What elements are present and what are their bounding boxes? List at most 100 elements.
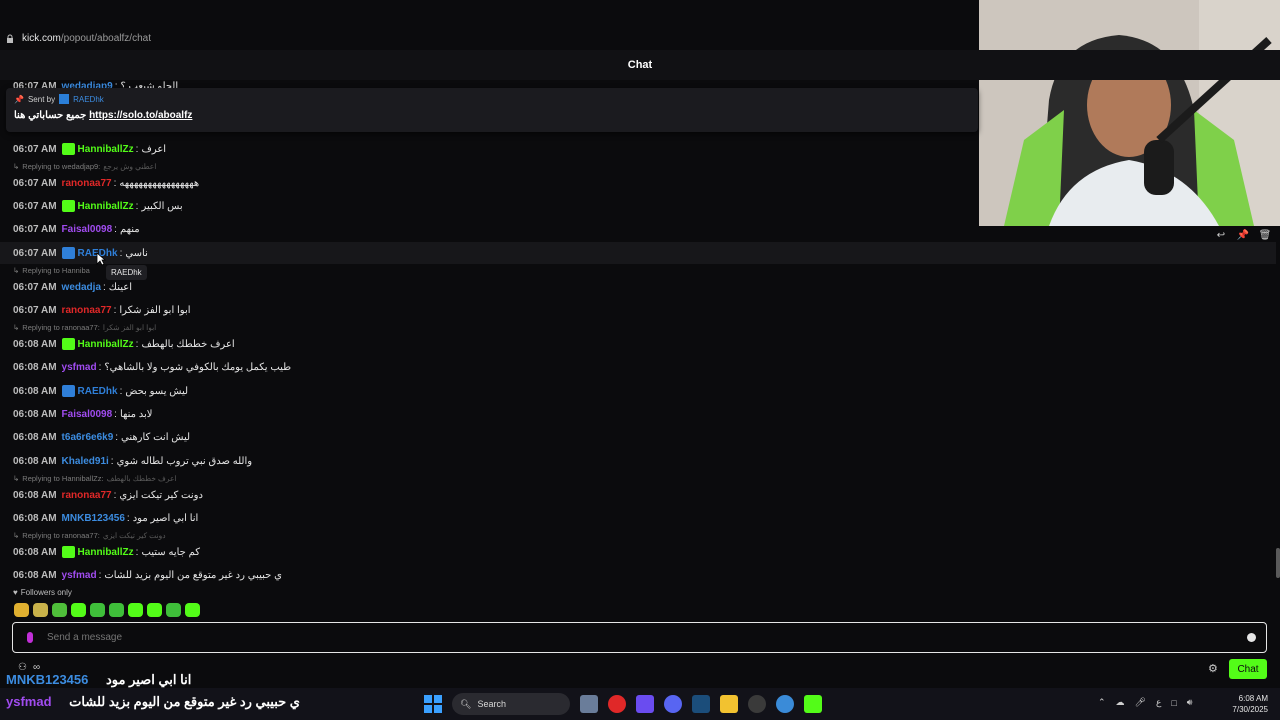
chat-username[interactable]: HanniballZz — [78, 201, 134, 212]
chat-username[interactable]: HanniballZz — [78, 144, 134, 155]
message-input[interactable] — [45, 631, 1247, 644]
pin-message-icon[interactable]: 📌 — [1236, 229, 1250, 243]
message-text: كم جايه ستيب — [141, 546, 201, 558]
message-text: دونت كير تيكت ايزي — [119, 489, 203, 501]
chat-username[interactable]: ranonaa77 — [62, 178, 112, 189]
chat-username[interactable]: Khaled91i — [62, 456, 109, 467]
user-badge-icon — [61, 200, 75, 212]
verified-badge-icon — [59, 94, 70, 104]
chevron-up-icon[interactable]: ⌃ — [1098, 697, 1106, 708]
taskbar-clock[interactable]: 6:08 AM 7/30/2025 — [1228, 693, 1268, 715]
chat-message: 06:07 AM Faisal0098: منهم — [13, 223, 140, 235]
emote-face-icon[interactable] — [71, 603, 86, 617]
followers-only-notice: ♥ Followers only — [13, 588, 72, 597]
language-indicator[interactable]: ع — [1156, 697, 1161, 708]
chat-message: 06:08 AM ysfmad: طيب يكمل يومك بالكوفي شوب… — [13, 361, 292, 373]
system-tray: ⌃ ☁ 🎤︎ ع □ 🔊︎ — [1098, 697, 1192, 708]
reply-context[interactable]: ↳ Replying to Hanniba — [13, 266, 93, 275]
reply-context[interactable]: ↳ Replying to ranonaa77: ابوا ابو الفز شكر… — [13, 323, 156, 332]
message-input-box[interactable] — [12, 622, 1267, 653]
chat-username[interactable]: MNKB123456 — [62, 513, 125, 524]
task-view-icon[interactable] — [580, 695, 598, 713]
settings-gear-icon[interactable]: ⚙ — [1208, 664, 1219, 675]
chat-username[interactable]: RAEDhk — [78, 386, 118, 397]
emote-face-icon[interactable] — [128, 603, 143, 617]
microphone-icon[interactable] — [27, 632, 33, 643]
reply-icon[interactable]: ↩ — [1214, 229, 1228, 243]
emote-row — [14, 603, 200, 617]
chat-username[interactable]: Faisal0098 — [62, 409, 113, 420]
pinned-sender[interactable]: RAEDhk — [73, 95, 104, 104]
chat-username[interactable]: HanniballZz — [78, 547, 134, 558]
message-time: 06:07 AM — [13, 247, 57, 259]
message-time: 06:08 AM — [13, 408, 57, 420]
message-time: 06:08 AM — [13, 546, 57, 558]
cloud-icon[interactable]: ☁ — [1116, 697, 1125, 708]
network-icon[interactable]: □ — [1171, 698, 1176, 708]
chat-message: 06:07 AM ranonaa77: ابوا ابو الفز شكرا — [13, 304, 191, 316]
message-text: بس الكبير — [141, 200, 183, 212]
volume-icon[interactable]: 🔊︎ — [1187, 697, 1193, 708]
emote-face-icon[interactable] — [52, 603, 67, 617]
chat-username[interactable]: Faisal0098 — [62, 224, 113, 235]
message-time: 06:08 AM — [13, 569, 57, 581]
pinned-sent-by: 📌 Sent by RAEDhk — [14, 94, 104, 104]
message-text: لابد منها — [119, 408, 153, 420]
app-icon[interactable] — [776, 695, 794, 713]
chat-title: Chat — [627, 59, 653, 71]
chat-message: 06:08 AM HanniballZz: اعرف خططك بالهطف — [13, 338, 235, 350]
chat-username[interactable]: HanniballZz — [78, 339, 134, 350]
steam-icon[interactable] — [692, 695, 710, 713]
windows-start-icon[interactable] — [424, 695, 442, 713]
message-time: 06:08 AM — [13, 338, 57, 350]
emote-face-icon[interactable] — [166, 603, 181, 617]
message-text: اعرف — [141, 143, 167, 155]
chat-message: 06:08 AM MNKB123456: انا ابي اصير مود — [13, 512, 199, 524]
emote-crown-icon[interactable] — [14, 603, 29, 617]
chat-message: 06:08 AM HanniballZz: كم جايه ستيب — [13, 546, 201, 558]
chat-username[interactable]: ranonaa77 — [62, 490, 112, 501]
chat-username[interactable]: ranonaa77 — [62, 305, 112, 316]
reply-arrow-icon: ↳ — [13, 162, 20, 171]
file-explorer-icon[interactable] — [720, 695, 738, 713]
message-text: ابوا ابو الفز شكرا — [119, 304, 191, 316]
chat-username[interactable]: ysfmad — [62, 362, 97, 373]
app-icon[interactable] — [636, 695, 654, 713]
emote-face-icon[interactable] — [90, 603, 105, 617]
chat-message: 06:07 AM wedadja: اعينك — [13, 281, 133, 293]
message-time: 06:07 AM — [13, 281, 57, 293]
chat-username[interactable]: t6a6r6e6k9 — [62, 432, 114, 443]
user-badge-icon — [61, 338, 75, 350]
kick-icon[interactable] — [804, 695, 822, 713]
chat-username[interactable]: wedadja — [62, 282, 101, 293]
emote-face-icon[interactable] — [109, 603, 124, 617]
chat-username[interactable]: ysfmad — [62, 570, 97, 581]
message-time: 06:07 AM — [13, 223, 57, 235]
url-bar[interactable]: kick.com/popout/aboalfz/chat — [0, 26, 980, 50]
reply-context[interactable]: ↳ Replying to HanniballZz: اعرف خططك بالهط… — [13, 474, 177, 483]
message-text: ناسي — [125, 247, 148, 259]
emote-face-icon[interactable] — [147, 603, 162, 617]
message-actions: ↩ 📌 🗑 — [1214, 229, 1272, 243]
message-text: ههههههههههههههههه — [119, 177, 200, 189]
message-text: منهم — [119, 223, 140, 235]
pinned-link[interactable]: https://solo.to/aboalfz — [89, 110, 192, 121]
discord-icon[interactable] — [664, 695, 682, 713]
chat-scrollbar[interactable] — [1276, 548, 1280, 578]
search-icon: 🔍︎ — [460, 698, 472, 709]
emoji-picker-icon[interactable] — [1247, 633, 1256, 642]
app-icon[interactable] — [748, 695, 766, 713]
reply-context[interactable]: ↳ Replying to ranonaa77: دونت كير تيكت ايز… — [13, 531, 166, 540]
opera-gx-icon[interactable] — [608, 695, 626, 713]
chat-send-button[interactable]: Chat — [1229, 659, 1267, 679]
message-time: 06:07 AM — [13, 143, 57, 155]
mic-tray-icon[interactable]: 🎤︎ — [1135, 697, 1146, 708]
emote-face-icon[interactable] — [185, 603, 200, 617]
webcam-feed — [979, 0, 1280, 226]
reply-context[interactable]: ↳ Replying to wedadjap9: اعطني وش يرجع — [13, 162, 156, 171]
delete-icon[interactable]: 🗑 — [1258, 229, 1272, 243]
mouse-cursor-icon — [96, 252, 106, 266]
taskbar-search[interactable]: 🔍︎ Search — [452, 693, 570, 715]
url-path: /popout/aboalfz/chat — [60, 32, 151, 44]
emote-face-icon[interactable] — [33, 603, 48, 617]
